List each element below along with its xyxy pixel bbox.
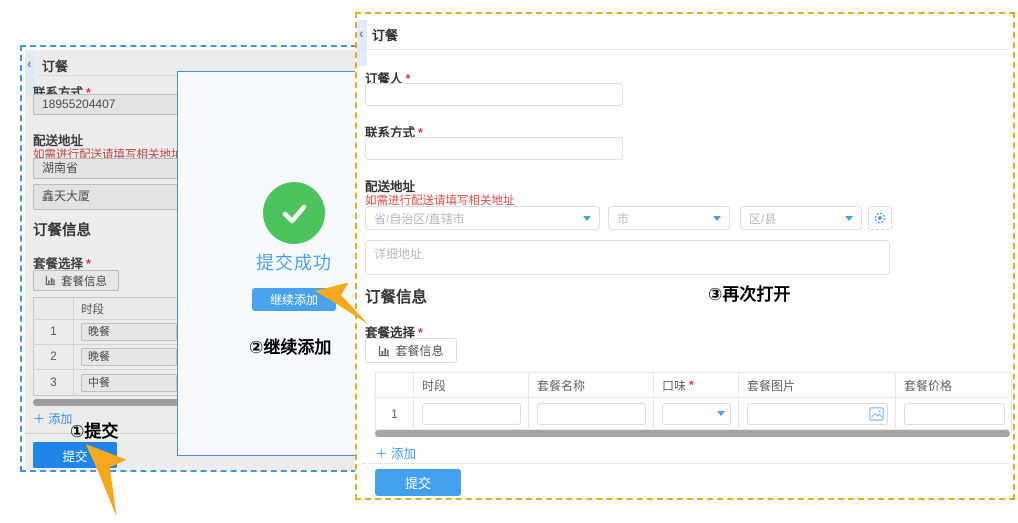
city-select[interactable]: 市 <box>608 206 730 230</box>
province-placeholder: 省/自治区/直辖市 <box>366 210 583 227</box>
row-index: 2 <box>34 345 74 369</box>
meal-price-input[interactable] <box>904 403 1005 425</box>
chevron-down-icon <box>713 216 721 221</box>
row-index: 1 <box>391 407 398 421</box>
district-placeholder: 区/县 <box>741 210 845 227</box>
chevron-down-icon <box>717 411 725 416</box>
flavor-column-header: 口味* <box>654 373 739 397</box>
header-divider <box>363 49 1007 50</box>
city-placeholder: 市 <box>609 210 713 227</box>
step1-annotation: ①提交 <box>70 417 118 442</box>
panel-title: 订餐 <box>42 56 68 75</box>
back-chevron-icon[interactable]: ‹ <box>359 26 364 40</box>
time-value-field[interactable]: 晚餐 <box>81 323 177 341</box>
index-column-header <box>376 373 414 397</box>
plus-icon: ＋ <box>375 447 388 461</box>
address-detail-textarea[interactable] <box>365 240 890 275</box>
time-value-field[interactable]: 中餐 <box>81 374 177 392</box>
required-asterisk: * <box>86 257 91 271</box>
locate-button[interactable] <box>868 206 892 230</box>
image-column-header: 套餐图片 <box>739 373 896 397</box>
row-index: 3 <box>34 370 74 395</box>
order-info-heading: 订餐信息 <box>33 219 91 240</box>
add-row-link[interactable]: ＋ 添加 <box>375 443 416 462</box>
orderer-input[interactable] <box>365 83 623 106</box>
bar-chart-icon <box>45 275 56 286</box>
meal-info-button[interactable]: 套餐信息 <box>365 338 457 363</box>
contact-input[interactable] <box>365 137 623 160</box>
horizontal-scrollbar[interactable] <box>375 430 1010 437</box>
picture-icon[interactable] <box>869 407 884 421</box>
table-header-row: 时段 套餐名称 口味* 套餐图片 套餐价格 <box>376 373 1011 398</box>
province-select[interactable]: 省/自治区/直辖市 <box>365 206 600 230</box>
success-check-icon <box>263 182 325 244</box>
index-column-header <box>34 298 74 319</box>
time-value-field[interactable]: 晚餐 <box>81 348 177 366</box>
meal-name-input[interactable] <box>537 403 646 425</box>
table-row: 1 <box>376 398 1011 429</box>
name-column-header: 套餐名称 <box>529 373 654 397</box>
reopened-order-form-panel: ‹ 订餐 订餐人* 联系方式* 配送地址 如需进行配送请填写相关地址 省/自治区… <box>355 12 1015 500</box>
flavor-select[interactable] <box>662 403 731 425</box>
step3-annotation: ③再次打开 <box>708 280 790 305</box>
step2-annotation: ②继续添加 <box>249 333 331 358</box>
plus-icon: ＋ <box>33 412 45 426</box>
add-row-link[interactable]: ＋ 添加 <box>33 410 72 427</box>
submit-button[interactable]: 提交 <box>375 469 461 496</box>
back-chevron-icon[interactable]: ‹ <box>27 56 32 70</box>
screenshot-canvas: ‹ 订餐 联系方式* 18955204407 配送地址 如需进行配送请填写相关地… <box>0 0 1018 523</box>
chevron-down-icon <box>845 216 853 221</box>
row-index: 1 <box>34 320 74 344</box>
submit-button[interactable]: 提交 <box>33 442 117 468</box>
meal-image-input[interactable] <box>747 403 888 425</box>
meal-info-button[interactable]: 套餐信息 <box>33 270 119 291</box>
order-info-heading: 订餐信息 <box>365 285 427 307</box>
required-asterisk: * <box>689 378 694 392</box>
time-input[interactable] <box>422 403 521 425</box>
district-select[interactable]: 区/县 <box>740 206 862 230</box>
meal-table: 时段 套餐名称 口味* 套餐图片 套餐价格 1 <box>375 372 1012 430</box>
price-column-header: 套餐价格 <box>896 373 1011 397</box>
meal-info-button-label: 套餐信息 <box>395 342 443 359</box>
meal-info-button-label: 套餐信息 <box>61 273 107 289</box>
bar-chart-icon <box>378 345 390 357</box>
locate-target-icon <box>873 211 887 225</box>
chevron-down-icon <box>583 216 591 221</box>
footer-divider <box>363 463 1007 464</box>
continue-add-button[interactable]: 继续添加 <box>252 288 336 311</box>
time-column-header: 时段 <box>414 373 529 397</box>
panel-title: 订餐 <box>372 25 398 44</box>
